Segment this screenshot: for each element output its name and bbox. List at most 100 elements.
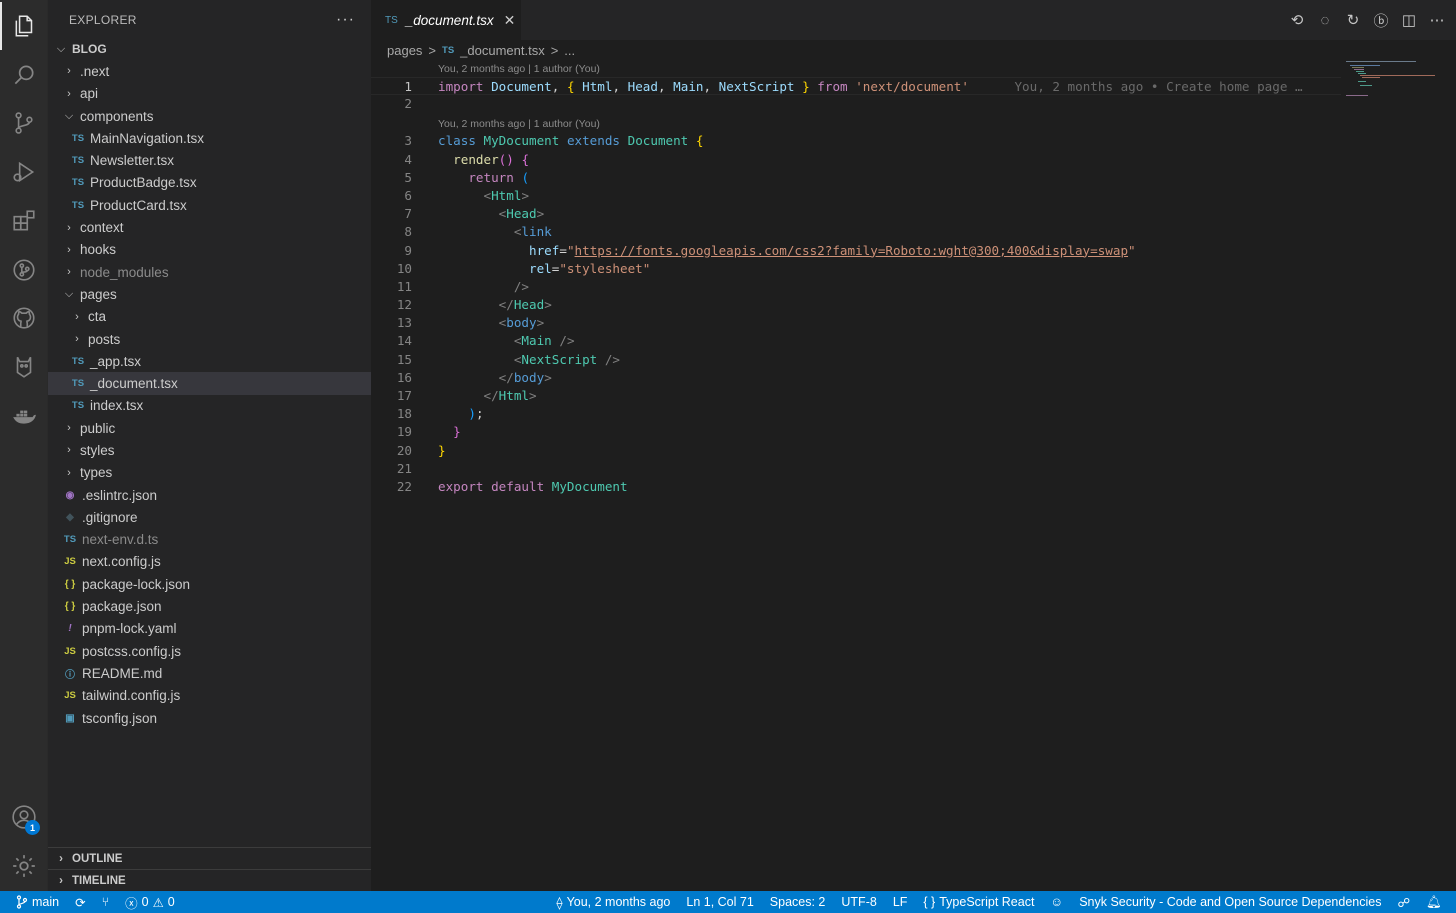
indentation[interactable]: Spaces: 2 [762, 891, 834, 913]
previous-change-icon[interactable]: ◌ [1316, 12, 1334, 29]
git-graph-status[interactable]: ⑂ [94, 891, 118, 913]
error-count: 0 [141, 895, 149, 909]
codelens-author[interactable]: You, 2 months ago | 1 author (You) [371, 117, 1341, 132]
tree-item-label: components [80, 108, 154, 124]
file-item[interactable]: TS Newsletter.tsx [48, 149, 371, 171]
branch-indicator[interactable]: main [8, 891, 67, 913]
folder-item[interactable]: › .next [48, 60, 371, 82]
codelens-author[interactable]: You, 2 months ago | 1 author (You) [371, 62, 1341, 77]
sync-icon: ⟳ [75, 895, 86, 910]
typescript-file-icon: TS [442, 44, 455, 56]
href-url-link[interactable]: https://fonts.googleapis.com/css2?family… [575, 243, 1129, 258]
branch-name: main [32, 895, 60, 909]
accounts-icon[interactable]: 1 [0, 793, 48, 841]
folder-item[interactable]: › node_modules [48, 261, 371, 283]
file-item[interactable]: { } package.json [48, 595, 371, 617]
outline-section[interactable]: › OUTLINE [48, 847, 371, 869]
folder-item[interactable]: › api [48, 83, 371, 105]
source-control-icon[interactable] [0, 99, 48, 147]
timeline-section[interactable]: › TIMELINE [48, 869, 371, 891]
editor-scrollbar[interactable] [1442, 40, 1456, 891]
folder-item[interactable]: › types [48, 462, 371, 484]
folder-item[interactable]: › hooks [48, 239, 371, 261]
problems-indicator[interactable]: ⓧ 0 ⚠ 0 [117, 891, 183, 913]
end-of-line[interactable]: LF [885, 891, 916, 913]
run-debug-icon[interactable] [0, 148, 48, 196]
more-actions-icon[interactable]: ··· [336, 11, 355, 29]
code-line: 11 /> [396, 278, 529, 294]
file-item[interactable]: TS next-env.d.ts [48, 529, 371, 551]
split-editor-icon[interactable]: ◫ [1400, 11, 1418, 29]
snyk-status[interactable]: Snyk Security - Code and Open Source Dep… [1071, 891, 1389, 913]
git-graph-icon[interactable] [0, 246, 48, 294]
file-item[interactable]: ⓘ README.md [48, 662, 371, 684]
minimap[interactable] [1346, 60, 1446, 100]
branch-icon [16, 895, 28, 909]
file-item[interactable]: { } package-lock.json [48, 573, 371, 595]
folder-item[interactable]: › context [48, 216, 371, 238]
file-item[interactable]: JS next.config.js [48, 551, 371, 573]
file-item[interactable]: ◉ .eslintrc.json [48, 484, 371, 506]
encoding[interactable]: UTF-8 [833, 891, 884, 913]
next-change-icon[interactable]: ↻ [1344, 11, 1362, 29]
folder-item[interactable]: › public [48, 417, 371, 439]
code-line: 2 [404, 96, 412, 112]
file-item[interactable]: JS postcss.config.js [48, 640, 371, 662]
file-item[interactable]: TS index.tsx [48, 395, 371, 417]
folder-item[interactable]: › posts [48, 328, 371, 350]
code-line: 1 import Document, { Html, Head, Main, Ne… [371, 77, 1341, 96]
file-item[interactable]: ◆ .gitignore [48, 506, 371, 528]
notifications-button[interactable]: 🔔︎ [1418, 891, 1450, 913]
workspace-root[interactable]: ⌵ BLOG [48, 38, 371, 60]
code-editor[interactable]: You, 2 months ago | 1 author (You) 1 impo… [371, 62, 1341, 496]
copilot-status[interactable]: ☺ [1042, 891, 1071, 913]
go-back-icon[interactable]: ⟲ [1288, 11, 1306, 29]
file-item[interactable]: TS _document.tsx [48, 372, 371, 395]
git-blame-status[interactable]: ⟠ You, 2 months ago [548, 891, 678, 913]
json-file-icon: { } [64, 601, 76, 613]
language-mode[interactable]: { } TypeScript React [915, 891, 1042, 913]
snyk-icon[interactable] [0, 343, 48, 391]
folder-item[interactable]: ⌵ pages [48, 283, 371, 305]
file-item[interactable]: TS ProductCard.tsx [48, 194, 371, 216]
status-bar: main ⟳ ⑂ ⓧ 0 ⚠ 0 ⟠ You, 2 months ago Ln … [0, 891, 1456, 913]
braces-icon: { } [923, 895, 936, 909]
snyk-scan-icon[interactable]: ⓑ [1372, 10, 1390, 31]
tree-item-label: pnpm-lock.yaml [82, 621, 177, 637]
folder-item[interactable]: › styles [48, 439, 371, 461]
file-item[interactable]: ▣ tsconfig.json [48, 707, 371, 729]
file-item[interactable]: ! pnpm-lock.yaml [48, 618, 371, 640]
breadcrumb-folder[interactable]: pages [387, 43, 422, 58]
chevron-down-icon: ⌵ [64, 287, 74, 300]
search-icon[interactable] [0, 51, 48, 99]
git-graph-status-icon: ⑂ [101, 895, 110, 909]
file-item[interactable]: TS MainNavigation.tsx [48, 127, 371, 149]
chevron-right-icon: › [67, 422, 71, 435]
github-icon[interactable] [0, 294, 48, 342]
file-item[interactable]: TS ProductBadge.tsx [48, 172, 371, 194]
cursor-position[interactable]: Ln 1, Col 71 [678, 891, 761, 913]
file-item[interactable]: TS _app.tsx [48, 350, 371, 372]
tree-item-label: public [80, 420, 116, 436]
extensions-icon[interactable] [0, 197, 48, 245]
tree-item-label: cta [88, 309, 107, 325]
git-file-icon: ◆ [66, 511, 74, 523]
tree-item-label: index.tsx [90, 398, 144, 414]
more-icon[interactable]: ⋯ [1428, 11, 1446, 29]
explorer-icon[interactable] [0, 2, 48, 50]
file-item[interactable]: JS tailwind.config.js [48, 685, 371, 707]
timeline-label: TIMELINE [72, 874, 126, 887]
breadcrumb-file[interactable]: _document.tsx [460, 43, 545, 58]
tab-bar: TS _document.tsx ✕ ⟲ ◌ ↻ ⓑ ◫ ⋯ [371, 0, 1456, 40]
sync-button[interactable]: ⟳ [67, 891, 93, 913]
breadcrumb-symbol[interactable]: ... [564, 43, 575, 58]
feedback-button[interactable]: ☍ [1389, 891, 1418, 913]
folder-item[interactable]: ⌵ components [48, 105, 371, 127]
docker-icon[interactable] [0, 392, 48, 440]
tab-document-tsx[interactable]: TS _document.tsx ✕ [371, 0, 521, 40]
close-icon[interactable]: ✕ [504, 12, 516, 29]
settings-gear-icon[interactable] [0, 842, 48, 890]
folder-item[interactable]: › cta [48, 306, 371, 328]
tree-item-label: .gitignore [82, 509, 138, 525]
tree-item-label: package-lock.json [82, 576, 191, 592]
